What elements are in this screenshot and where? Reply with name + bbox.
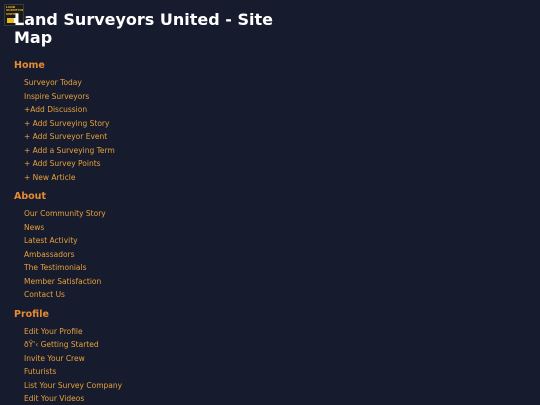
list-item: Futurists	[24, 365, 514, 379]
list-item: Latest Activity	[24, 234, 514, 248]
list-item: Edit Your Profile	[24, 325, 514, 339]
list-item: +Add Discussion	[24, 103, 514, 117]
list-item: + New Article	[24, 171, 514, 185]
site-map-link[interactable]: Edit Your Profile	[24, 327, 83, 336]
site-map-link[interactable]: News	[24, 223, 44, 232]
site-map-link[interactable]: Invite Your Crew	[24, 354, 85, 363]
list-item: Edit Your Videos	[24, 392, 514, 405]
list-item: Surveyor Today	[24, 76, 514, 90]
list-item: Invite Your Crew	[24, 352, 514, 366]
site-map-link[interactable]: + Add Surveying Story	[24, 119, 109, 128]
site-map-link[interactable]: +Add Discussion	[24, 105, 87, 114]
link-list-profile: Edit Your Profile ðŸ'‹ Getting Started Inv…	[14, 325, 514, 405]
site-map-link[interactable]: The Testimonials	[24, 263, 87, 272]
section-heading-about: About	[14, 191, 46, 202]
site-map-link[interactable]: + New Article	[24, 173, 75, 182]
list-item: ðŸ'‹ Getting Started	[24, 338, 514, 352]
section-heading-home: Home	[14, 60, 45, 71]
site-map-link[interactable]: + Add Survey Points	[24, 159, 101, 168]
list-item: Our Community Story	[24, 207, 514, 221]
site-map-sections: Home Surveyor Today Inspire Surveyors +Add …	[14, 59, 514, 405]
list-item: + Add Surveyor Event	[24, 130, 514, 144]
site-map-link[interactable]: Contact Us	[24, 290, 65, 299]
site-map-link[interactable]: Edit Your Videos	[24, 394, 84, 403]
list-item: Contact Us	[24, 288, 514, 302]
site-map-link[interactable]: Surveyor Today	[24, 78, 82, 87]
list-item: + Add Survey Points	[24, 157, 514, 171]
list-item: Inspire Surveyors	[24, 90, 514, 104]
site-map-link[interactable]: ðŸ'‹ Getting Started	[24, 340, 99, 349]
site-map-link[interactable]: Futurists	[24, 367, 56, 376]
site-map-link[interactable]: Ambassadors	[24, 250, 75, 259]
site-map-link[interactable]: Latest Activity	[24, 236, 78, 245]
list-item: + Add a Surveying Term	[24, 144, 514, 158]
list-item: + Add Surveying Story	[24, 117, 514, 131]
site-map-link[interactable]: Member Satisfaction	[24, 277, 101, 286]
logo-mark-shape	[7, 18, 14, 23]
page-title: Land Surveyors United - Site Map	[14, 10, 274, 47]
site-map-link[interactable]: + Add a Surveying Term	[24, 146, 115, 155]
list-item: Ambassadors	[24, 248, 514, 262]
site-map-link[interactable]: Inspire Surveyors	[24, 92, 89, 101]
list-item: Member Satisfaction	[24, 275, 514, 289]
site-map-link[interactable]: List Your Survey Company	[24, 381, 122, 390]
site-map-link[interactable]: Our Community Story	[24, 209, 106, 218]
link-list-home: Surveyor Today Inspire Surveyors +Add Disc…	[14, 76, 514, 184]
site-map-link[interactable]: + Add Surveyor Event	[24, 132, 107, 141]
site-map-page: LAND SURVEYORS UNITED Land Surveyors Uni…	[0, 0, 540, 405]
section-heading-profile: Profile	[14, 308, 49, 320]
list-item: News	[24, 221, 514, 235]
link-list-about: Our Community Story News Latest Activity Am…	[14, 207, 514, 302]
list-item: The Testimonials	[24, 261, 514, 275]
list-item: List Your Survey Company	[24, 379, 514, 393]
